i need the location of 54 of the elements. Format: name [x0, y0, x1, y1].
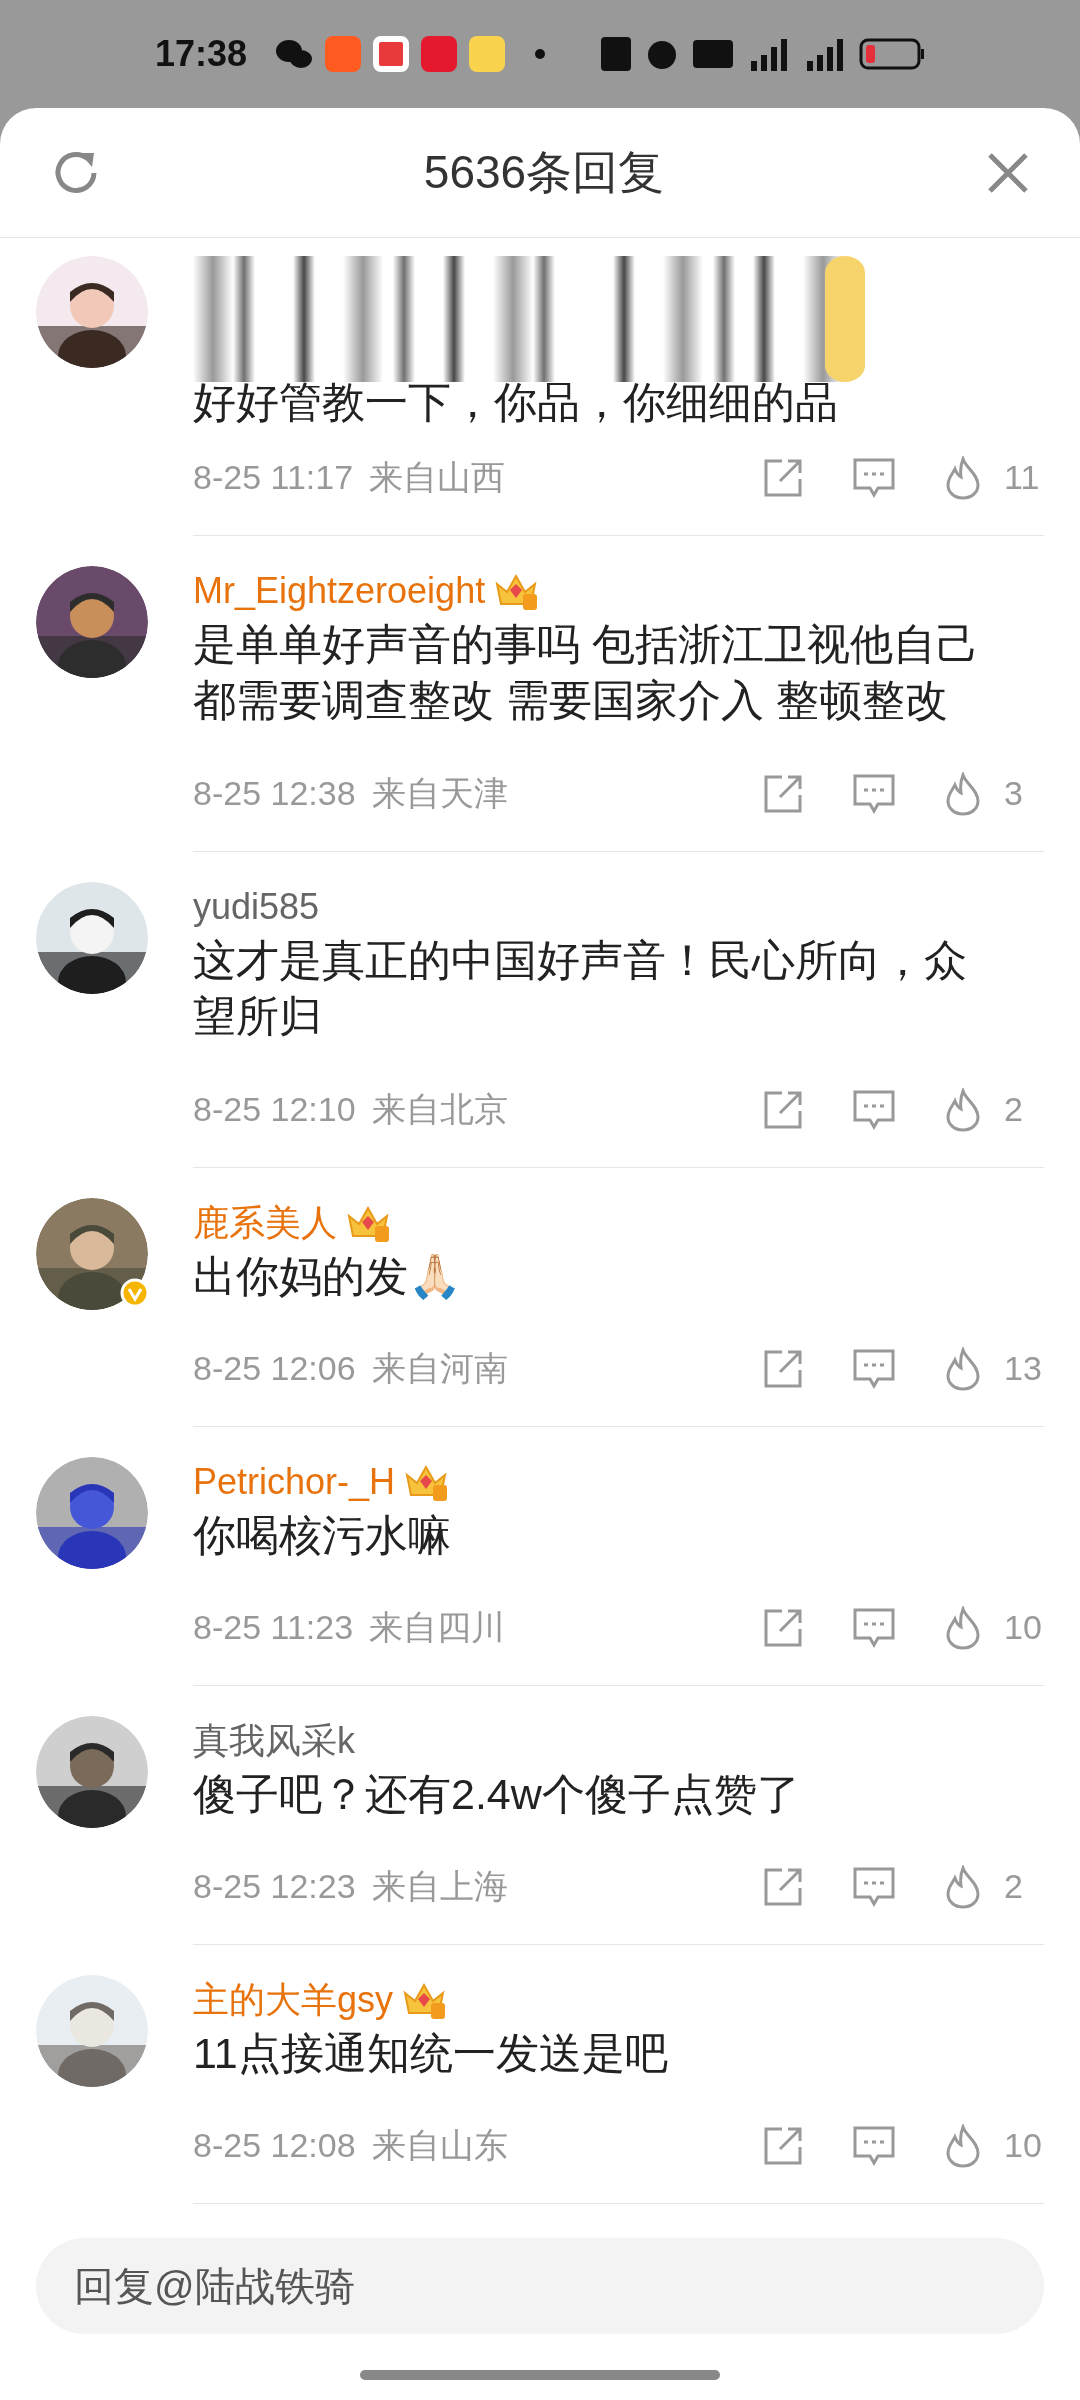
- comment-icon[interactable]: [852, 1088, 896, 1131]
- comment-icon[interactable]: [852, 1865, 896, 1908]
- comment-text: 这才是真正的中国好声音！民心所向，众望所归: [193, 935, 968, 1042]
- battery-icon: [859, 38, 925, 70]
- like-count: 11: [1004, 457, 1041, 498]
- like-count: 3: [1004, 773, 1024, 814]
- fire-icon[interactable]: [944, 1346, 982, 1391]
- comment-location: 来自河南: [371, 1348, 508, 1389]
- comment-icon[interactable]: [852, 1347, 896, 1390]
- comment-icon[interactable]: [852, 456, 896, 499]
- like-count: 10: [1004, 1607, 1043, 1648]
- comment-text: 好好管教一下，你品，你细细的品: [193, 377, 839, 428]
- fire-icon[interactable]: [944, 771, 982, 816]
- like-count: 10: [1004, 2125, 1043, 2166]
- comment-text: 傻子吧？还有2.4w个傻子点赞了: [193, 1769, 801, 1820]
- comment-text: 出你妈的发🙏🏻: [193, 1251, 463, 1302]
- comment-time: 8-25 12:10: [193, 1089, 356, 1130]
- like-count: 13: [1004, 1348, 1043, 1389]
- close-icon[interactable]: [986, 150, 1030, 195]
- fire-icon[interactable]: [944, 2123, 982, 2168]
- chat-app-icon: [275, 37, 314, 71]
- comment-time: 8-25 11:17: [193, 457, 354, 498]
- comment-text: 是单单好声音的事吗 包括浙江卫视他自己都需要调查整改 需要国家介入 整顿整改: [193, 619, 980, 726]
- comment-time: 8-25 12:06: [193, 1348, 356, 1389]
- comment-location: 来自四川: [369, 1607, 506, 1648]
- like-count: 2: [1004, 1089, 1024, 1130]
- status-time: 17:38: [155, 32, 248, 76]
- comment-location: 来自上海: [371, 1866, 508, 1907]
- fire-icon[interactable]: [944, 1864, 982, 1909]
- fire-icon[interactable]: [944, 1087, 982, 1132]
- comment-location: 来自天津: [371, 773, 508, 814]
- comment-time: 8-25 12:08: [193, 2125, 356, 2166]
- user-name[interactable]: 真我风采k: [193, 1714, 355, 1768]
- user-name[interactable]: 主的大羊gsy: [193, 1973, 394, 2027]
- comment-icon[interactable]: [852, 2124, 896, 2167]
- reply-field[interactable]: 回复@陆战铁骑: [36, 2238, 1044, 2334]
- comment-icon[interactable]: [852, 1606, 896, 1649]
- like-count: 2: [1004, 1866, 1024, 1907]
- fire-icon[interactable]: [944, 1605, 982, 1650]
- comment-location: 来自山西: [369, 457, 506, 498]
- comment-text: 你喝核污水嘛: [193, 1510, 452, 1561]
- comment-location: 来自北京: [371, 1089, 508, 1130]
- user-name[interactable]: yudi585: [193, 880, 320, 934]
- comment-text: 11点接通知统一发送是吧: [193, 2028, 669, 2079]
- fire-icon[interactable]: [944, 455, 982, 500]
- user-name[interactable]: Mr_Eightzeroeight: [193, 564, 486, 618]
- header-title: 5636条回复: [422, 145, 666, 200]
- user-name[interactable]: Petrichor-_H: [193, 1455, 396, 1509]
- comment-time: 8-25 11:23: [193, 1607, 354, 1648]
- comment-icon[interactable]: [852, 772, 896, 815]
- user-name[interactable]: 鹿系美人: [193, 1196, 337, 1250]
- comment-time: 8-25 12:38: [193, 773, 356, 814]
- comment-location: 来自山东: [371, 2125, 508, 2166]
- comment-time: 8-25 12:23: [193, 1866, 356, 1907]
